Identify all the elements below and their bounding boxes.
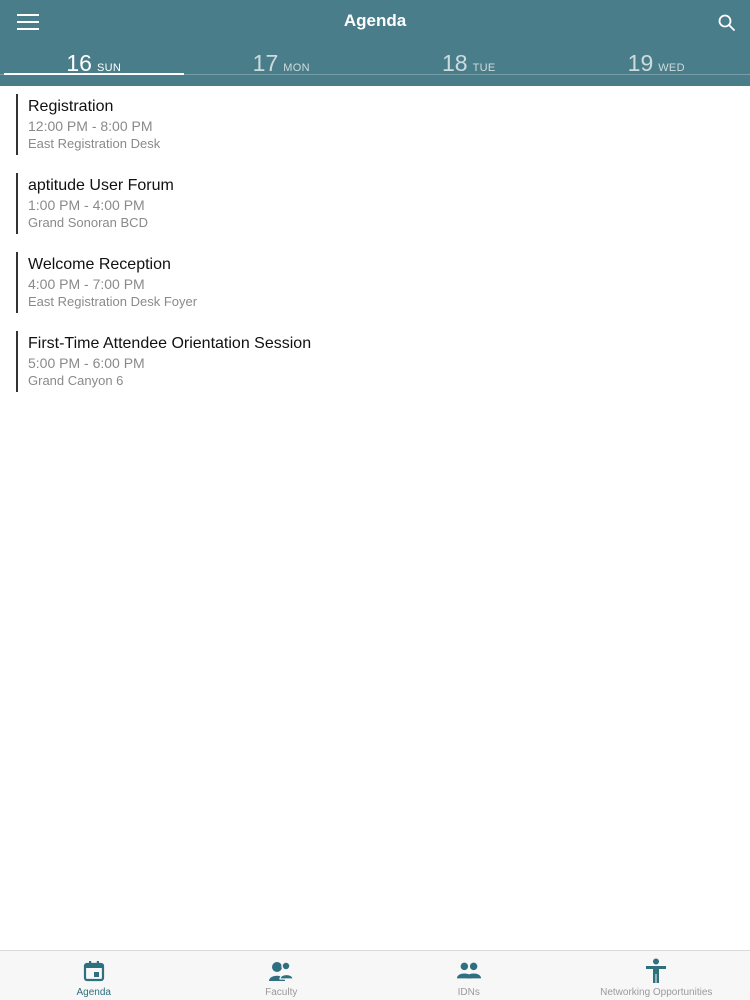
- tab-day-18[interactable]: 18 TUE: [375, 44, 563, 86]
- faculty-icon: [268, 958, 294, 984]
- nav-label: IDNs: [457, 987, 480, 998]
- event-time: 12:00 PM - 8:00 PM: [28, 118, 153, 134]
- event-title: First-Time Attendee Orientation Session: [28, 335, 312, 352]
- event-location: East Registration Desk Foyer: [28, 294, 198, 309]
- active-tab-indicator: [4, 73, 184, 75]
- page-title: Agenda: [343, 11, 407, 30]
- day-tabs: 16 SUN 17 MON 18 TUE 19 WED: [0, 44, 750, 86]
- tab-day-16[interactable]: 16 SUN: [0, 44, 188, 86]
- nav-faculty[interactable]: Faculty: [188, 951, 376, 1000]
- bottom-navigation: Agenda Faculty IDNs Networking Opportuni…: [0, 950, 750, 1000]
- nav-label: Networking Opportunities: [600, 987, 713, 998]
- header-bar: Agenda: [0, 0, 750, 44]
- group-icon: [456, 958, 482, 984]
- day-name: TUE: [472, 62, 496, 74]
- accessibility-person-icon: [643, 958, 669, 984]
- event-marker: [16, 331, 18, 392]
- event-title: aptitude User Forum: [28, 177, 174, 194]
- event-time: 1:00 PM - 4:00 PM: [28, 197, 145, 213]
- app-header: Agenda 16 SUN 17 MON 18 TUE 19 WED: [0, 0, 750, 86]
- search-icon: [718, 14, 735, 31]
- nav-networking[interactable]: Networking Opportunities: [563, 951, 750, 1000]
- search-button[interactable]: [710, 8, 742, 36]
- day-number: 19: [627, 50, 654, 76]
- agenda-event[interactable]: Registration 12:00 PM - 8:00 PM East Reg…: [16, 86, 750, 165]
- event-location: Grand Sonoran BCD: [28, 215, 148, 230]
- day-name: WED: [658, 62, 685, 74]
- day-name: MON: [283, 62, 310, 74]
- agenda-event[interactable]: First-Time Attendee Orientation Session …: [16, 323, 750, 402]
- day-number: 17: [252, 50, 279, 76]
- day-number: 18: [442, 50, 468, 76]
- nav-label: Faculty: [265, 987, 298, 998]
- agenda-event[interactable]: Welcome Reception 4:00 PM - 7:00 PM East…: [16, 244, 750, 323]
- event-marker: [16, 173, 18, 234]
- tab-day-17[interactable]: 17 MON: [188, 44, 376, 86]
- event-time: 5:00 PM - 6:00 PM: [28, 355, 145, 371]
- agenda-event[interactable]: aptitude User Forum 1:00 PM - 4:00 PM Gr…: [16, 165, 750, 244]
- calendar-icon: [81, 958, 107, 984]
- tab-day-19[interactable]: 19 WED: [563, 44, 750, 86]
- agenda-list: Registration 12:00 PM - 8:00 PM East Reg…: [0, 86, 750, 402]
- event-location: Grand Canyon 6: [28, 373, 124, 388]
- event-title: Registration: [28, 98, 114, 115]
- event-marker: [16, 94, 18, 155]
- event-location: East Registration Desk: [28, 136, 161, 151]
- nav-idns[interactable]: IDNs: [375, 951, 563, 1000]
- event-marker: [16, 252, 18, 313]
- nav-label: Agenda: [76, 987, 111, 998]
- event-time: 4:00 PM - 7:00 PM: [28, 276, 145, 292]
- nav-agenda[interactable]: Agenda: [0, 951, 188, 1000]
- event-title: Welcome Reception: [28, 256, 171, 273]
